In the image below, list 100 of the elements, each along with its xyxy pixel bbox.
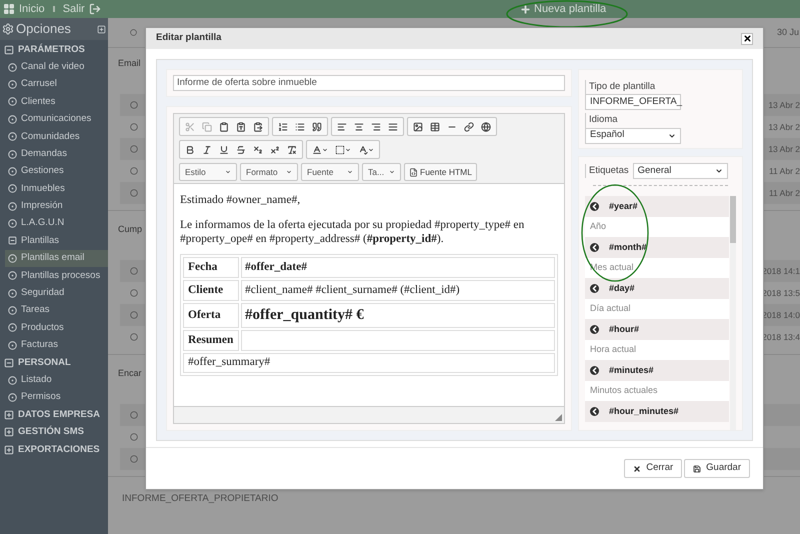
save-button[interactable]: Guardar: [684, 459, 750, 478]
collapse-icon: [8, 236, 17, 246]
bullet-icon: [8, 393, 17, 402]
sidebar-section[interactable]: PARÁMETROS: [0, 41, 108, 58]
template-type-select[interactable]: INFORME_OFERTA_: [585, 94, 681, 110]
sidebar-item[interactable]: Permisos: [5, 388, 108, 406]
italic-icon: [202, 144, 212, 154]
format-dropdown[interactable]: Fuente: [301, 163, 359, 181]
insert-icon: [590, 284, 599, 293]
logout-link[interactable]: Salir: [62, 0, 85, 18]
sidebar-item[interactable]: Comunidades: [5, 128, 108, 146]
tag-row[interactable]: #year#: [585, 196, 729, 217]
format-dropdown[interactable]: Ta...: [362, 163, 401, 181]
clear-format-icon: [287, 144, 297, 154]
insert-icon: [590, 407, 599, 416]
insert-icon: [590, 325, 599, 334]
sidebar-item[interactable]: Impresión: [5, 198, 108, 215]
caret-icon: [347, 169, 353, 175]
html-source-button[interactable]: Fuente HTML: [404, 163, 477, 181]
sidebar-section[interactable]: GESTIÓN SMS: [0, 424, 108, 441]
bold-icon: [185, 144, 195, 154]
bullet-icon: [8, 202, 17, 211]
add-icon: [97, 24, 106, 34]
align-left-icon: [337, 122, 347, 132]
name-field[interactable]: Informe de oferta sobre inmueble: [173, 75, 565, 91]
globe-icon: [481, 122, 491, 132]
text-color-icon: [312, 144, 322, 154]
language-select[interactable]: Español: [585, 128, 681, 144]
sidebar-item[interactable]: Inmuebles: [5, 180, 108, 198]
table-cell: 13 Abr 2: [768, 120, 800, 134]
close-button[interactable]: [741, 32, 753, 44]
sidebar-item[interactable]: Listado: [5, 371, 108, 389]
radio-icon: [130, 29, 137, 36]
insert-icon: [590, 202, 599, 211]
sidebar-section[interactable]: PERSONAL: [0, 354, 108, 372]
close-icon: [742, 34, 752, 43]
insert-icon: [590, 243, 599, 252]
tag-row[interactable]: #month#: [585, 237, 729, 258]
caret-icon: [368, 146, 374, 152]
sidebar-item[interactable]: Comunicaciones: [5, 110, 108, 128]
close-dialog-button[interactable]: Cerrar: [624, 459, 682, 478]
sidebar-item[interactable]: Carrusel: [5, 76, 108, 94]
sidebar-item[interactable]: Productos: [5, 319, 108, 337]
sidebar-section[interactable]: Plantillas: [5, 232, 108, 250]
tag-description: Día actual: [585, 299, 729, 319]
radio-icon: [130, 411, 138, 419]
superscript-icon: [270, 144, 280, 154]
tag-row[interactable]: #day#: [585, 278, 729, 299]
sidebar-item[interactable]: Plantillas procesos: [5, 267, 108, 284]
table-cell: #offer_quantity# €: [241, 303, 555, 328]
ordered-list-icon: [278, 122, 288, 132]
tags-select[interactable]: General: [632, 163, 728, 179]
table-cell: Fecha: [183, 257, 239, 278]
sidebar-item[interactable]: Canal de video: [5, 58, 108, 76]
sidebar-item[interactable]: Facturas: [5, 336, 108, 354]
radio-icon: [130, 333, 138, 341]
align-right-icon: [371, 122, 381, 132]
spellcheck-icon: [358, 144, 368, 154]
sidebar-item[interactable]: Gestiones: [5, 162, 108, 180]
new-template-button[interactable]: Nueva plantilla: [520, 0, 606, 18]
tag-row[interactable]: #minutes#: [585, 360, 729, 381]
bullet-icon: [8, 340, 17, 350]
format-dropdown[interactable]: Estilo: [179, 163, 237, 181]
tag-row[interactable]: #hour#: [585, 319, 729, 340]
bullet-icon: [8, 97, 17, 106]
sidebar-item[interactable]: Seguridad: [5, 284, 108, 302]
table-cell: #offer_date#: [241, 257, 555, 278]
table-cell: #client_name# #client_surname# (#client_id#): [241, 280, 555, 302]
align-justify-icon: [388, 122, 398, 132]
bullet-icon: [8, 62, 17, 72]
sidebar-item[interactable]: L.A.G.U.N: [5, 214, 108, 232]
sidebar-item[interactable]: Plantillas email: [5, 250, 108, 268]
panel-title: INFORME_OFERTA_PROPIETARIO: [121, 492, 280, 506]
sidebar-section[interactable]: EXPORTACIONES: [0, 440, 108, 458]
bullet-icon: [8, 288, 17, 298]
sidebar-section[interactable]: DATOS EMPRESA: [0, 406, 108, 424]
bullet-icon: [8, 306, 17, 316]
sidebar-item[interactable]: Demandas: [5, 145, 108, 163]
table-cell: 11 Abr 2: [768, 164, 800, 178]
paste-text-icon: [236, 122, 246, 132]
home-link[interactable]: Inicio: [19, 0, 45, 18]
underline-icon: [219, 144, 229, 154]
sidebar-item[interactable]: Tareas: [5, 302, 108, 320]
grid-icon: [3, 3, 15, 15]
table-cell: 11 Abr 2: [768, 186, 800, 200]
tag-row[interactable]: #hour_minutes#: [585, 401, 729, 422]
format-dropdown[interactable]: Formato: [240, 163, 298, 181]
sidebar-item[interactable]: Clientes: [5, 93, 108, 111]
tag-description: Hora actual: [585, 340, 729, 360]
image-icon: [413, 122, 423, 132]
bullet-icon: [8, 323, 17, 332]
caret-icon: [286, 169, 292, 175]
caret-icon: [345, 146, 351, 152]
table-cell: 13 Abr 2: [768, 142, 800, 156]
greeting-text: Estimado #owner_name#,: [180, 193, 302, 208]
sidebar-title: Opciones: [16, 20, 72, 38]
bullet-icon: [8, 150, 17, 159]
table-cell: 13 Abr 2: [768, 98, 800, 112]
subscript-icon: [253, 144, 263, 154]
collapse-icon: [4, 358, 14, 368]
